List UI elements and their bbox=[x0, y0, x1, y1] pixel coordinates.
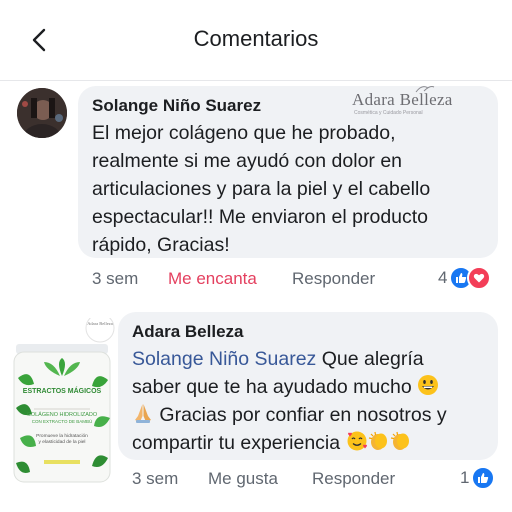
comment-time: 3 sem bbox=[92, 269, 139, 288]
watermark-name: Adara Belleza bbox=[352, 90, 453, 109]
comment-line: Solange Niño Suarez Que alegría bbox=[132, 345, 424, 373]
reaction-button[interactable]: Me encanta bbox=[168, 269, 257, 289]
leaf-ornament-icon bbox=[415, 86, 435, 93]
clapping-hands-icon bbox=[390, 431, 409, 450]
reply-button[interactable]: Responder bbox=[292, 269, 375, 289]
comment-bubble[interactable]: Adara Belleza Solange Niño Suarez Que al… bbox=[118, 312, 498, 460]
comment-actions: 3 sem Me gusta Responder bbox=[132, 469, 502, 491]
comment-line: saber que te ha ayudado mucho bbox=[132, 373, 439, 401]
watermark-tagline: Cosmética y Cuidado Personal bbox=[354, 110, 423, 116]
comment-line: espectacular!! Me enviaron el producto bbox=[92, 206, 429, 228]
comment-line: El mejor colágeno que he probado, bbox=[92, 122, 396, 144]
comment-text: Que alegría bbox=[316, 348, 424, 370]
watermark-logo: Adara Belleza Cosmética y Cuidado Person… bbox=[352, 86, 472, 118]
product-line: Promueve la hidratación bbox=[36, 434, 88, 439]
product-line: COLÁGENO HIDROLIZADO bbox=[26, 412, 98, 418]
top-bar: Comentarios bbox=[0, 0, 512, 81]
love-icon bbox=[467, 266, 492, 290]
folded-hands-icon bbox=[135, 404, 151, 423]
avatar[interactable] bbox=[17, 88, 67, 138]
comment-text: Gracias por confiar en nosotros y bbox=[154, 404, 447, 426]
like-icon bbox=[471, 466, 496, 490]
comment-text: saber que te ha ayudado mucho bbox=[132, 376, 418, 398]
comment-line: realmente si me ayudó con dolor en bbox=[92, 150, 403, 172]
comment-text: compartir tu experiencia bbox=[132, 432, 346, 454]
comment-author[interactable]: Solange Niño Suarez bbox=[92, 96, 261, 116]
like-button[interactable]: Me gusta bbox=[208, 469, 278, 489]
reply-button[interactable]: Responder bbox=[312, 469, 395, 489]
product-logo-text: Adara Belleza bbox=[87, 321, 113, 326]
product-line: CON EXTRACTO DE BAMBÚ bbox=[31, 419, 93, 424]
comment-time: 3 sem bbox=[132, 469, 179, 488]
comment-line: articulaciones y para la piel y el cabel… bbox=[92, 178, 431, 200]
reaction-summary[interactable]: 1 bbox=[460, 466, 496, 490]
reaction-summary[interactable]: 4 bbox=[438, 266, 492, 290]
product-line: y elasticidad de la piel bbox=[38, 440, 86, 445]
comment-author[interactable]: Adara Belleza bbox=[132, 322, 244, 342]
smiling-face-with-hearts-icon bbox=[347, 431, 367, 451]
clapping-hands-icon bbox=[368, 431, 387, 450]
comment-line: rápido, Gracias! bbox=[92, 234, 230, 256]
reaction-count: 1 bbox=[460, 468, 470, 487]
page-title: Comentarios bbox=[193, 26, 319, 51]
comment-line: Gracias por confiar en nosotros y bbox=[132, 401, 447, 429]
grinning-face-icon bbox=[418, 375, 439, 395]
comment-line: compartir tu experiencia bbox=[132, 429, 412, 457]
product-jar-image[interactable]: Adara Belleza ESTRACTOS MÁGICOS COLÁGENO… bbox=[8, 313, 120, 488]
product-brand: ESTRACTOS MÁGICOS bbox=[22, 388, 102, 395]
reaction-count: 4 bbox=[438, 268, 448, 287]
mention-link[interactable]: Solange Niño Suarez bbox=[132, 348, 316, 370]
